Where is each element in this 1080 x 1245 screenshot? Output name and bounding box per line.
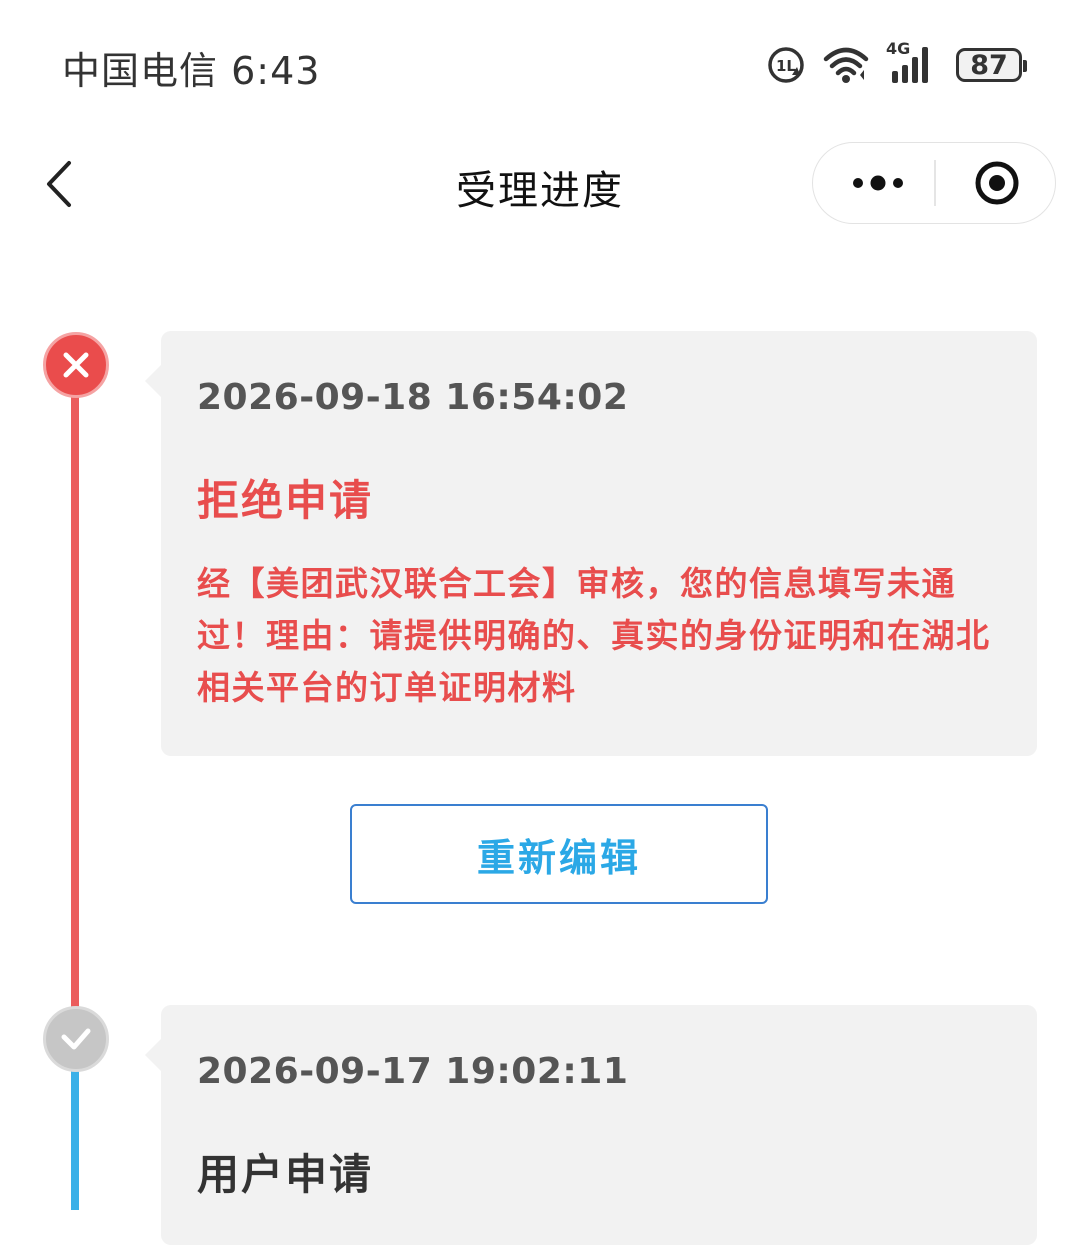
timeline-node-reject: [43, 332, 109, 398]
timeline-card: 2026-09-18 16:54:02 拒绝申请 经【美团武汉联合工会】审核，您…: [145, 331, 1037, 756]
signal-icon: 4G: [886, 39, 940, 87]
mini-program-capsule: [812, 142, 1056, 224]
close-x-icon: [63, 352, 89, 378]
timeline-time: 2026-09-18 16:54:02: [197, 377, 629, 418]
clock-time: 6:43: [231, 49, 321, 93]
nav-bar: 受理进度: [0, 130, 1080, 240]
wifi-icon: [822, 45, 870, 85]
timeline-time: 2026-09-17 19:02:11: [197, 1051, 629, 1092]
battery-icon: 87: [956, 48, 1027, 82]
carrier-time: 中国电信 6:43: [62, 40, 320, 95]
target-circle-icon: [975, 161, 1019, 205]
timeline-description: 经【美团武汉联合工会】审核，您的信息填写未通过！理由：请提供明确的、真实的身份证…: [197, 564, 991, 707]
reedit-button[interactable]: 重新编辑: [350, 804, 768, 904]
timeline-status: 用户申请: [197, 1150, 374, 1199]
timeline-line-reject: [71, 395, 79, 1010]
more-button[interactable]: [823, 143, 933, 223]
more-dots-icon: [853, 175, 903, 191]
battery-level: 87: [970, 49, 1008, 81]
status-bar: 中国电信 6:43 1L 4G 87: [0, 0, 1080, 130]
timeline-line-apply: [71, 1070, 79, 1210]
status-icons: 1L 4G 87: [766, 39, 1027, 90]
timeline-status: 拒绝申请: [197, 476, 374, 525]
close-mini-program-button[interactable]: [945, 143, 1049, 223]
svg-text:1L: 1L: [776, 57, 796, 75]
check-icon: [61, 1028, 91, 1050]
timeline-node-apply: [43, 1006, 109, 1072]
hd-call-icon: 1L: [766, 45, 806, 85]
timeline-card: 2026-09-17 19:02:11 用户申请: [145, 1005, 1037, 1245]
carrier-name: 中国电信: [62, 49, 219, 93]
capsule-divider: [934, 160, 936, 206]
